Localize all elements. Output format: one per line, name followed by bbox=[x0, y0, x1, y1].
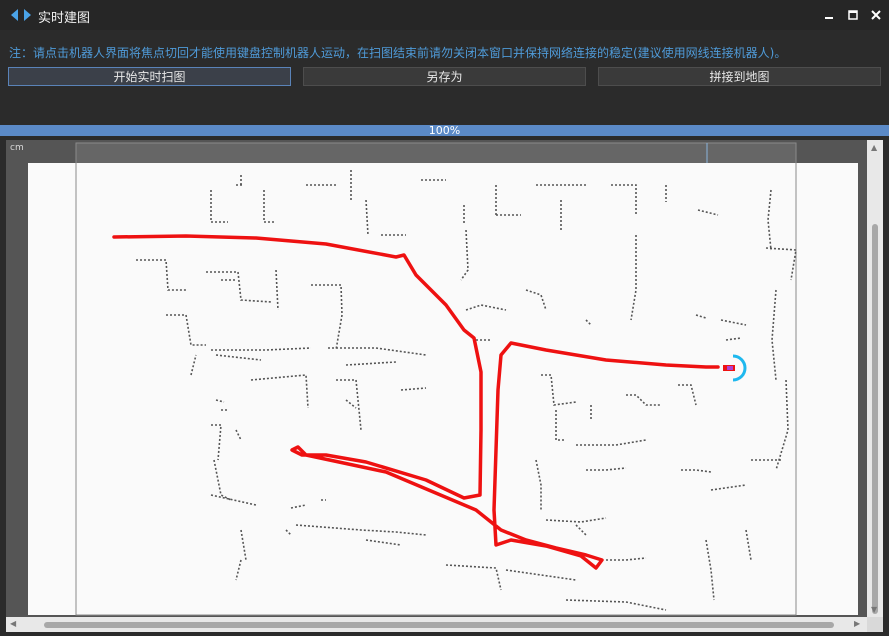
maximize-icon[interactable] bbox=[844, 6, 862, 24]
notice-text: 注：请点击机器人界面将焦点切回才能使用键盘控制机器人运动，在扫图结束前请勿关闭本… bbox=[9, 46, 787, 60]
window-title: 实时建图 bbox=[38, 11, 91, 26]
close-icon[interactable] bbox=[867, 6, 885, 24]
map-viewport[interactable]: cm bbox=[6, 140, 867, 617]
start-scan-button[interactable]: 开始实时扫图 bbox=[8, 67, 291, 86]
horizontal-scroll-thumb[interactable] bbox=[44, 622, 834, 628]
map-frame-top bbox=[76, 143, 796, 163]
vertical-scrollbar[interactable]: ▲ ▼ bbox=[867, 140, 883, 617]
title-bar: 实时建图 bbox=[0, 0, 889, 30]
scroll-up-icon[interactable]: ▲ bbox=[871, 143, 877, 152]
save-as-button[interactable]: 另存为 bbox=[303, 67, 586, 86]
scroll-down-icon[interactable]: ▼ bbox=[871, 605, 877, 614]
scroll-left-icon[interactable]: ◀ bbox=[10, 619, 16, 628]
progress-label: 100% bbox=[428, 124, 461, 137]
code-arrows-icon bbox=[11, 9, 31, 21]
minimize-icon[interactable] bbox=[820, 6, 838, 24]
map-sheet bbox=[28, 163, 858, 615]
scroll-corner bbox=[867, 617, 883, 632]
merge-to-map-button[interactable]: 拼接到地图 bbox=[598, 67, 881, 86]
vertical-scroll-thumb[interactable] bbox=[872, 224, 878, 614]
scroll-right-icon[interactable]: ▶ bbox=[854, 619, 860, 628]
horizontal-scrollbar[interactable]: ◀ ▶ bbox=[6, 617, 867, 632]
map-canvas[interactable] bbox=[6, 140, 867, 617]
